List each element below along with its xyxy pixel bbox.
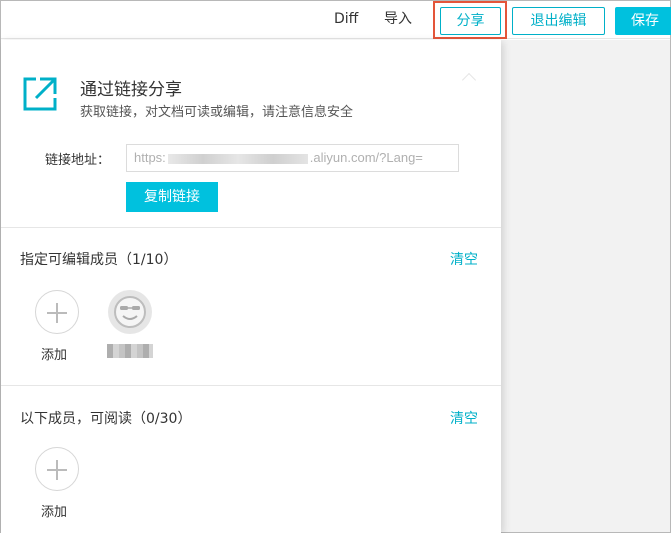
readers-section-title: 以下成员，可阅读（0/30） — [20, 411, 192, 427]
share-description: 获取链接，对文档可读或编辑，请注意信息安全 — [80, 105, 354, 120]
top-toolbar: Diff 导入 分享 退出编辑 保存 — [1, 1, 671, 39]
save-button[interactable]: 保存 — [615, 7, 671, 35]
share-button-highlight — [433, 1, 507, 39]
import-link[interactable]: 导入 — [384, 10, 412, 28]
share-title: 通过链接分享 — [80, 80, 182, 100]
add-editor-button[interactable] — [35, 290, 79, 334]
clear-editors-link[interactable]: 清空 — [450, 249, 478, 269]
member-avatar — [108, 290, 152, 334]
clear-readers-link[interactable]: 清空 — [450, 408, 478, 428]
add-reader-button[interactable] — [35, 447, 79, 491]
section-divider — [1, 385, 501, 386]
add-reader-label: 添加 — [41, 505, 68, 520]
external-link-icon — [23, 77, 57, 111]
editor-background — [501, 40, 670, 532]
diff-link[interactable]: Diff — [334, 10, 358, 28]
copy-link-button[interactable]: 复制链接 — [126, 182, 218, 212]
member-name-redacted — [107, 344, 153, 358]
link-address-label: 链接地址： — [45, 153, 111, 168]
share-popover: 通过链接分享 获取链接，对文档可读或编辑，请注意信息安全 链接地址： https… — [1, 40, 501, 533]
editors-section-title: 指定可编辑成员（1/10） — [20, 252, 178, 268]
add-editor-label: 添加 — [41, 348, 68, 363]
link-value-suffix: .aliyun.com/?Lang= — [309, 150, 423, 165]
section-divider — [1, 227, 501, 228]
link-value-prefix: https: — [134, 150, 166, 165]
link-address-field[interactable]: https: .aliyun.com/?Lang= — [126, 144, 459, 172]
redacted-url-part — [167, 153, 308, 164]
exit-edit-button[interactable]: 退出编辑 — [512, 7, 605, 35]
popover-caret — [461, 72, 477, 88]
